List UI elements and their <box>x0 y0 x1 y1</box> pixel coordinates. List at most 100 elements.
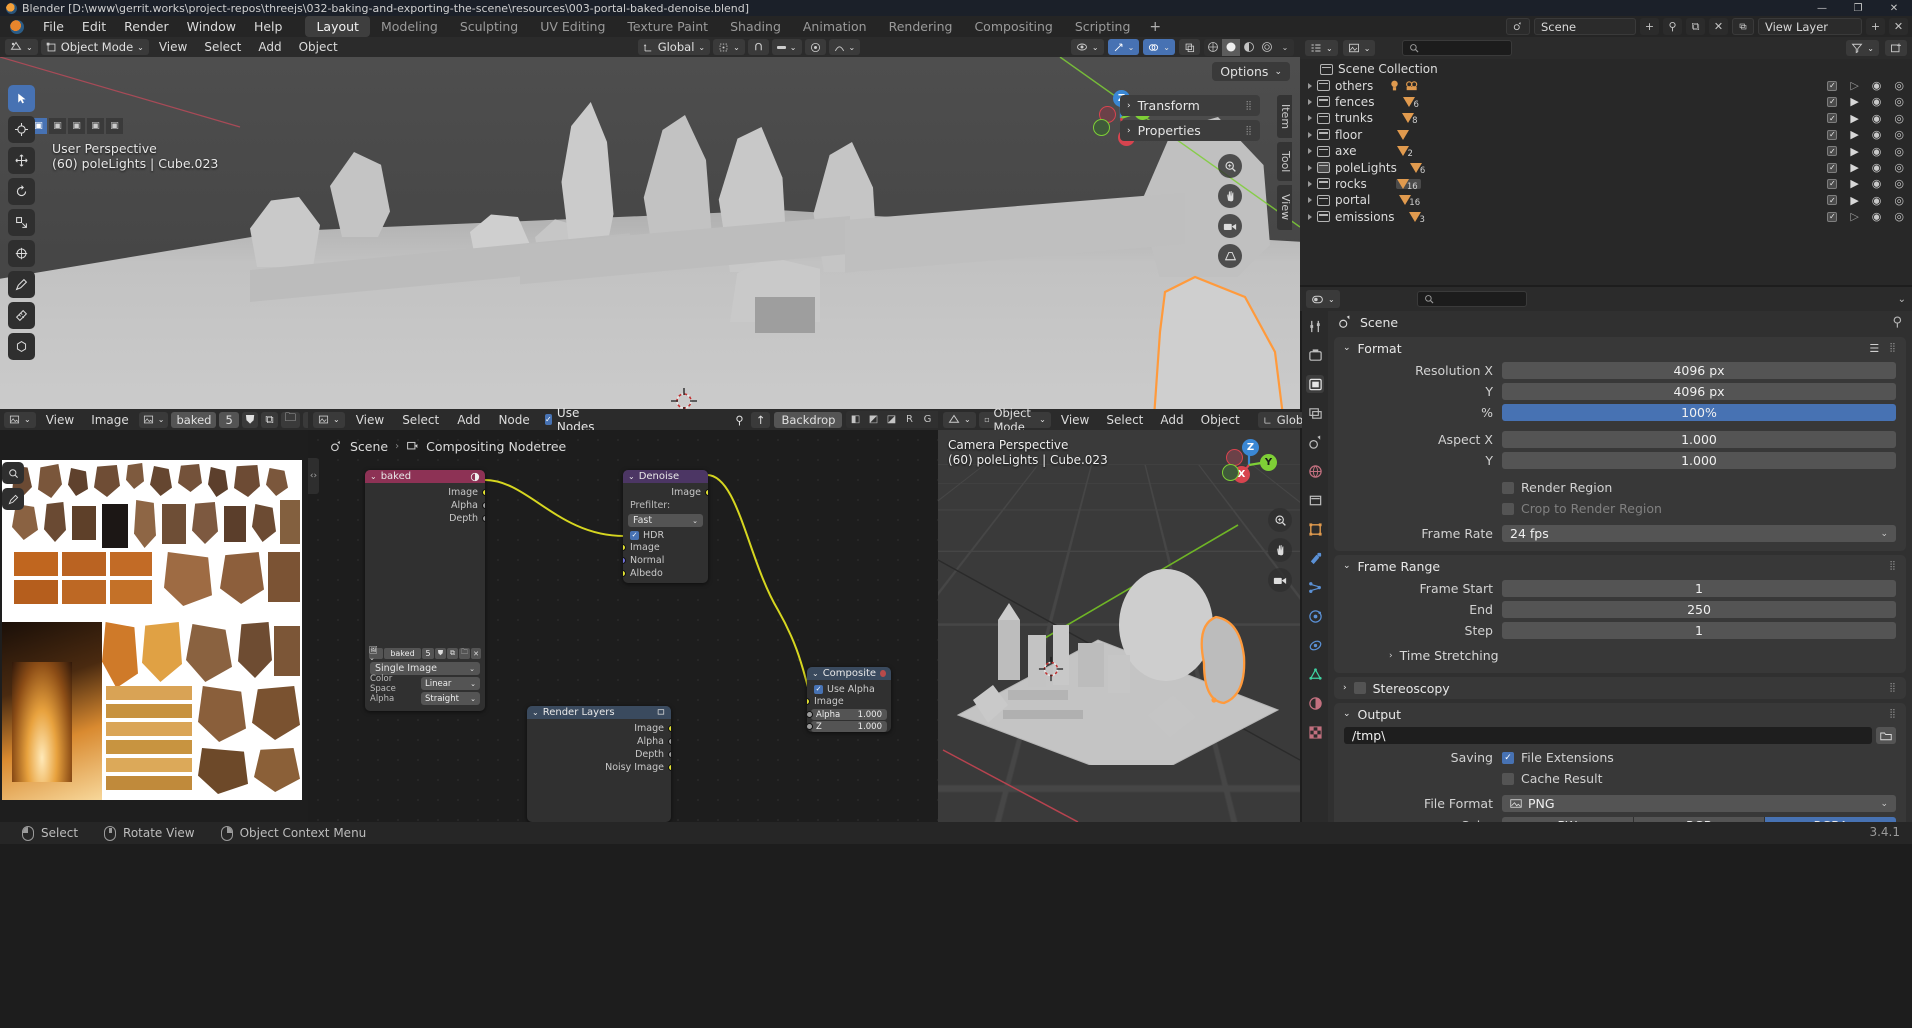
workspace-tab-sculpting[interactable]: Sculpting <box>449 16 529 37</box>
pin-icon[interactable]: ⚲ <box>732 412 746 428</box>
node-input-image[interactable]: Image <box>623 541 708 554</box>
transform-tool[interactable] <box>8 240 35 267</box>
select-invert-icon[interactable]: ▣ <box>87 118 104 134</box>
prefilter-dropdown[interactable]: Fast ⌄ <box>628 514 703 527</box>
outliner-item-rocks[interactable]: rocks 16 ✓ ▶ ◉ ◎ <box>1300 176 1912 192</box>
socket-dot[interactable] <box>705 489 708 496</box>
disable-render-icon[interactable]: ◎ <box>1894 79 1904 92</box>
field-resolution-y[interactable]: 4096 px <box>1502 383 1896 400</box>
disable-render-icon[interactable]: ◎ <box>1894 194 1904 207</box>
viewport-options-button[interactable]: Options ⌄ <box>1212 62 1290 81</box>
viewport-menu-select[interactable]: Select <box>197 39 248 55</box>
minimize-button[interactable]: — <box>1804 0 1840 16</box>
editor-type-icon[interactable]: ⌄ <box>5 39 38 55</box>
workspace-tab-animation[interactable]: Animation <box>792 16 878 37</box>
outliner-item-emissions[interactable]: emissions 3 ✓ ▷ ◉ ◎ <box>1300 209 1912 225</box>
workspace-tab-rendering[interactable]: Rendering <box>878 16 964 37</box>
transform-orientation-selector[interactable]: Global ⌄ <box>637 39 711 55</box>
cursor-tool[interactable] <box>8 116 35 143</box>
channel-r-icon[interactable]: R <box>900 411 918 428</box>
node-input-alpha[interactable]: Alpha 1.000 <box>807 709 887 720</box>
presets-icon[interactable]: ☰ <box>1869 342 1879 355</box>
crop-checkbox[interactable] <box>1502 502 1514 515</box>
hide-viewport-icon[interactable]: ◉ <box>1872 95 1882 108</box>
menu-help[interactable]: Help <box>245 17 292 36</box>
go-to-parent-icon[interactable]: ↑ <box>750 411 771 428</box>
compositor-editor-type-icon[interactable]: ⌄ <box>313 411 345 428</box>
panel-format-header[interactable]: ⌄ Format ☰ ⣿ <box>1334 337 1906 359</box>
image-name-field[interactable]: baked <box>171 411 217 428</box>
disable-render-icon[interactable]: ◎ <box>1894 210 1904 223</box>
hide-viewport-icon[interactable]: ◉ <box>1872 79 1882 92</box>
expand-arrow-icon[interactable] <box>1308 82 1312 89</box>
file-extensions-checkbox[interactable]: ✓ <box>1502 751 1514 764</box>
filter-icon[interactable]: ⌄ <box>1846 40 1879 56</box>
menu-edit[interactable]: Edit <box>73 17 115 36</box>
node-menu-node[interactable]: Node <box>491 412 536 428</box>
checkbox-crop-to-render-region[interactable]: Crop to Render Region <box>1502 501 1662 516</box>
pin-scene-icon[interactable]: ⚲ <box>1663 18 1682 35</box>
expand-arrow-icon[interactable] <box>1308 180 1312 187</box>
menu-file[interactable]: File <box>34 17 73 36</box>
cursor-select-icon[interactable]: ▶ <box>1850 194 1858 207</box>
cursor-select-icon[interactable]: ▶ <box>1850 128 1858 141</box>
use-alpha-toggle[interactable]: ✓ Use Alpha <box>807 683 891 695</box>
properties-tab-render[interactable] <box>1306 346 1324 364</box>
viewport-menu-view[interactable]: View <box>152 39 194 55</box>
new-view-layer-icon[interactable]: + <box>1866 18 1885 35</box>
row-time-stretching[interactable]: › Time Stretching <box>1389 646 1896 665</box>
new-collection-icon[interactable] <box>1885 40 1907 56</box>
outliner-item-fences[interactable]: fences 6 ✓ ▶ ◉ ◎ <box>1300 94 1912 110</box>
select-extend-icon[interactable]: ▣ <box>49 118 66 134</box>
select-subtract-icon[interactable]: ▣ <box>68 118 85 134</box>
pan-hand-icon[interactable] <box>1218 184 1242 208</box>
camera-gizmo-axis-z[interactable]: Z <box>1242 439 1259 456</box>
colorspace-value[interactable]: Linear ⌄ <box>421 677 480 690</box>
outliner-item-trunks[interactable]: trunks 8 ✓ ▶ ◉ ◎ <box>1300 110 1912 126</box>
field-resolution-percent[interactable]: 100% <box>1502 404 1896 421</box>
field-frame-end[interactable]: 250 <box>1502 601 1896 618</box>
3d-viewport[interactable]: User Perspective (60) poleLights | Cube.… <box>0 57 1300 409</box>
unlink-image-icon[interactable]: ✕ <box>471 648 481 659</box>
fake-user-icon[interactable]: ⛊ <box>435 648 446 659</box>
field-frame-rate[interactable]: 24 fps ⌄ <box>1502 525 1896 542</box>
checkbox-exclude[interactable]: ✓ <box>1827 80 1838 91</box>
viewport-menu-add[interactable]: Add <box>251 39 288 55</box>
maximize-button[interactable]: ❐ <box>1840 0 1876 16</box>
socket-dot[interactable] <box>623 570 626 577</box>
scale-tool[interactable] <box>8 209 35 236</box>
node-output-image[interactable]: Image <box>365 486 485 499</box>
field-frame-start[interactable]: 1 <box>1502 580 1896 597</box>
backdrop-toggle[interactable]: Backdrop <box>774 411 843 428</box>
npanel-tab-tool[interactable]: Tool <box>1277 142 1292 182</box>
zoom-icon[interactable] <box>1218 154 1242 178</box>
npanel-transform-row[interactable]: › Transform ⣿ <box>1120 95 1260 116</box>
blender-menu-icon[interactable] <box>10 19 24 34</box>
channel-alpha-icon[interactable]: ◪ <box>882 411 900 428</box>
shading-dropdown-icon[interactable]: ⌄ <box>1276 39 1294 56</box>
workspace-tab-scripting[interactable]: Scripting <box>1064 16 1142 37</box>
disable-render-icon[interactable]: ◎ <box>1894 161 1904 174</box>
node-image-name[interactable]: baked <box>384 648 421 659</box>
fake-user-icon[interactable]: ⛊ <box>241 411 259 428</box>
add-workspace-button[interactable]: + <box>1141 17 1169 37</box>
hide-viewport-icon[interactable]: ◉ <box>1872 210 1882 223</box>
uv-texture-canvas[interactable] <box>2 460 302 800</box>
drag-grip-icon[interactable]: ⣿ <box>1889 709 1897 719</box>
add-cube-tool[interactable] <box>8 333 35 360</box>
node-colorspace-row[interactable]: Color Space Linear ⌄ <box>370 674 480 694</box>
properties-editor-type-icon[interactable]: ⌄ <box>1306 290 1340 308</box>
open-image-icon[interactable]: 🗀 <box>459 648 470 659</box>
socket-dot[interactable] <box>668 725 671 732</box>
properties-tab-collection[interactable] <box>1306 491 1324 509</box>
node-input-z[interactable]: Z 1.000 <box>807 721 887 732</box>
socket-dot[interactable] <box>482 489 485 496</box>
properties-tab-particles[interactable] <box>1306 578 1324 596</box>
socket-dot[interactable] <box>482 502 485 509</box>
gizmo-icon[interactable]: ⌄ <box>1107 39 1140 55</box>
node-input-image[interactable]: Image <box>807 695 891 708</box>
npanel-tab-view[interactable]: View <box>1277 185 1292 230</box>
camera-viewport[interactable]: Camera Perspective (60) poleLights | Cub… <box>938 430 1300 822</box>
checkbox-exclude[interactable]: ✓ <box>1827 162 1838 173</box>
disable-render-icon[interactable]: ◎ <box>1894 95 1904 108</box>
